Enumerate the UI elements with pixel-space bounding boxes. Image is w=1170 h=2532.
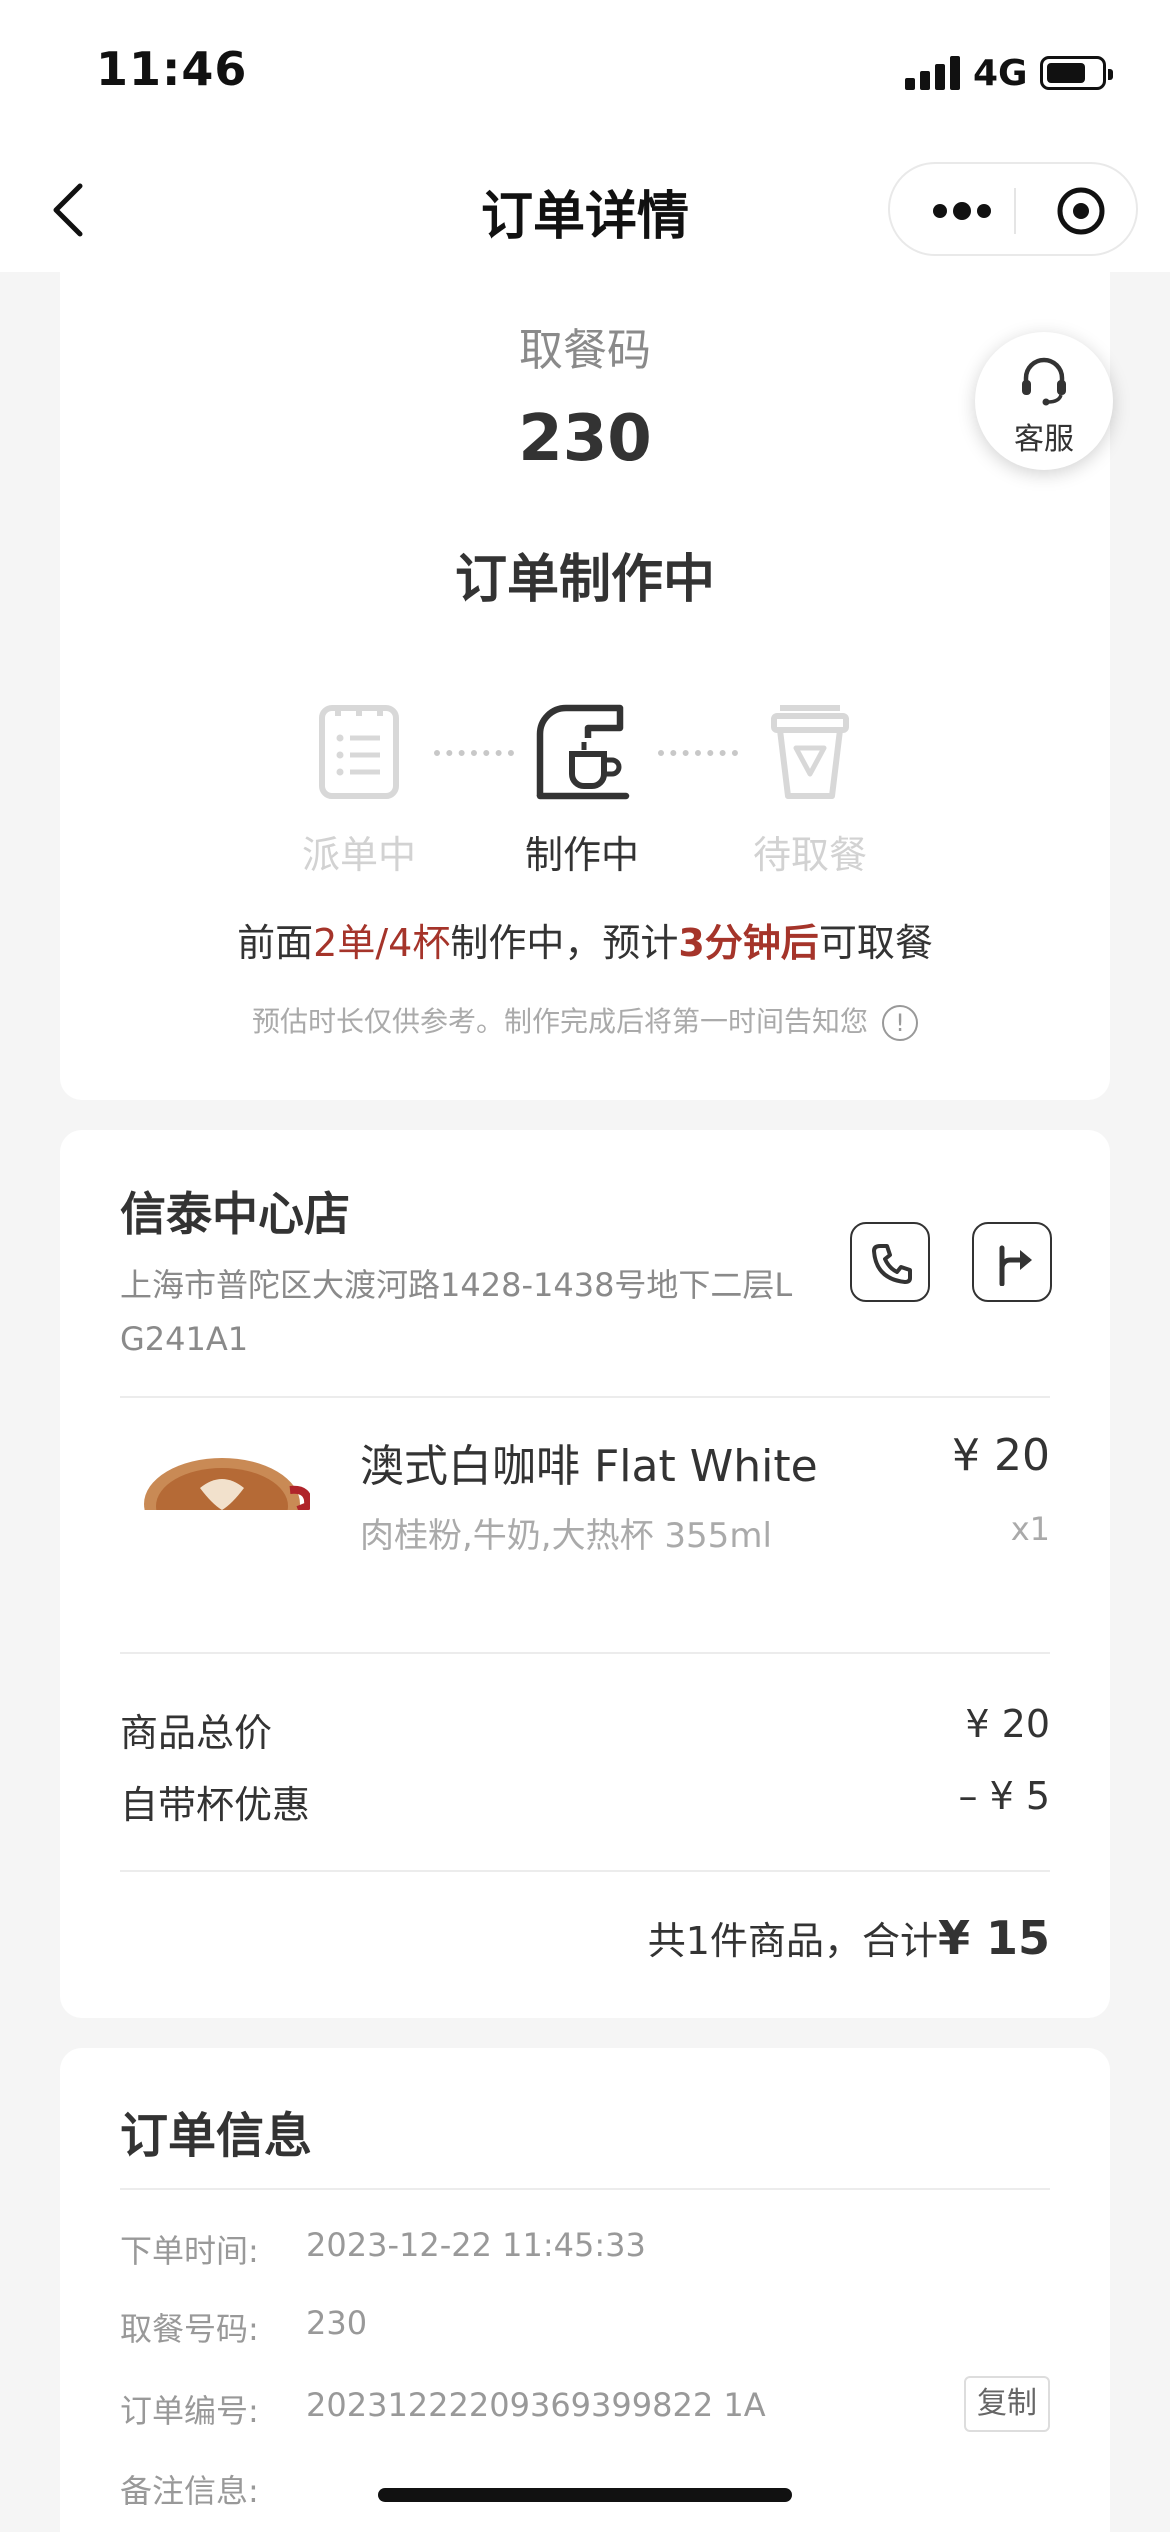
copy-order-number-button[interactable]: 复制 [964, 2376, 1050, 2432]
order-number-label: 订单编号: [120, 2392, 259, 2430]
nav-bar: 订单详情 [0, 150, 1170, 272]
pickup-code-label: 取餐码 [519, 325, 651, 376]
order-total: 共1件商品，合计¥ 15 [648, 1910, 1050, 1965]
product-quantity: x1 [1010, 1510, 1050, 1548]
queue-prefix: 前面 [237, 921, 314, 965]
step-label-pickup: 待取餐 [752, 833, 867, 877]
divider [120, 1396, 1050, 1398]
signal-icon [905, 56, 961, 90]
queue-status-text: 前面2单/4杯制作中，预计3分钟后可取餐 [60, 912, 1110, 967]
order-info-card: 订单信息 下单时间: 2023-12-22 11:45:33 取餐号码: 230… [60, 2048, 1110, 2532]
step-label-making: 制作中 [524, 833, 639, 877]
product-name: 澳式白咖啡 Flat White [360, 1441, 818, 1492]
queue-orders-ahead: 2单/4杯 [313, 921, 451, 965]
close-miniprogram-icon[interactable] [1056, 186, 1106, 236]
headset-icon [1022, 357, 1066, 406]
order-number-value: 20231222209369399822 1A [306, 2386, 766, 2424]
pickup-number-value: 230 [306, 2304, 368, 2342]
customer-service-label: 客服 [1014, 422, 1074, 457]
subtotal-label: 商品总价 [120, 1711, 273, 1755]
status-bar: 11:46 4G [0, 0, 1170, 150]
product-price: ¥ 20 [952, 1430, 1050, 1481]
divider [120, 1870, 1050, 1872]
navigate-button[interactable] [972, 1222, 1052, 1302]
network-type: 4G [973, 53, 1028, 94]
takeaway-cup-icon [771, 705, 849, 799]
divider [120, 1652, 1050, 1654]
store-address: 上海市普陀区大渡河路1428-1438号地下二层L G241A1 [120, 1266, 793, 1358]
coffee-machine-icon [536, 704, 630, 800]
total-prefix: 共1件商品，合计 [647, 1919, 938, 1963]
order-info-title: 订单信息 [120, 2108, 313, 2164]
order-status: 订单制作中 [454, 550, 715, 610]
discount-label: 自带杯优惠 [120, 1783, 311, 1827]
queue-eta: 3分钟后 [678, 921, 819, 965]
pickup-status-card: 取餐码 230 订单制作中 客服 派单中 制作中 待取餐 前面2单/4杯制作中，… [60, 272, 1113, 1100]
queue-middle: 制作中，预计 [450, 921, 679, 965]
call-store-button[interactable] [850, 1222, 930, 1302]
capsule-divider [1014, 188, 1016, 234]
flat-white-coffee-image [144, 1458, 310, 1510]
battery-icon [1040, 56, 1113, 90]
total-amount: ¥ 15 [937, 1911, 1050, 1965]
order-time-label: 下单时间: [120, 2232, 259, 2270]
more-icon[interactable] [930, 194, 994, 228]
order-time-value: 2023-12-22 11:45:33 [306, 2226, 646, 2264]
clock-time: 11:46 [96, 42, 248, 96]
customer-service-button[interactable]: 客服 [975, 332, 1113, 470]
home-indicator[interactable] [378, 2488, 792, 2502]
product-options: 肉桂粉,牛奶,大热杯 355ml [360, 1516, 772, 1556]
discount-value: – ¥ 5 [958, 1774, 1050, 1818]
pickup-number-label: 取餐号码: [120, 2310, 259, 2348]
info-icon[interactable]: ! [882, 1005, 918, 1041]
phone-icon [872, 1244, 912, 1284]
step-connector [658, 750, 738, 756]
mini-program-capsule [888, 162, 1138, 256]
direction-icon [999, 1245, 1032, 1286]
step-connector [434, 750, 514, 756]
store-name: 信泰中心店 [120, 1187, 350, 1241]
divider [120, 2188, 1050, 2190]
store-order-card: 信泰中心店 上海市普陀区大渡河路1428-1438号地下二层L G241A1 澳… [60, 1130, 1110, 2018]
estimate-tip: 预估时长仅供参考。制作完成后将第一时间告知您! [60, 1000, 1110, 1041]
remarks-label: 备注信息: [120, 2472, 259, 2510]
estimate-tip-text: 预估时长仅供参考。制作完成后将第一时间告知您 [251, 1005, 868, 1038]
pickup-code: 230 [518, 402, 652, 476]
clipboard-icon [319, 705, 399, 799]
step-label-dispatch: 派单中 [301, 833, 416, 877]
subtotal-value: ¥ 20 [965, 1702, 1050, 1746]
queue-suffix: 可取餐 [818, 921, 933, 965]
